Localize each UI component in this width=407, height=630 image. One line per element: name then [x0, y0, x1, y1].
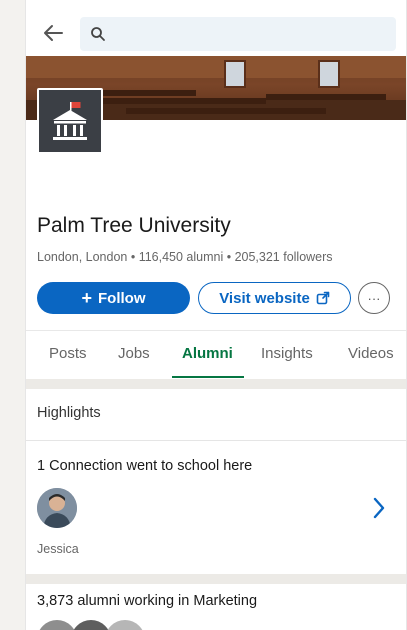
back-arrow-icon[interactable] [40, 20, 66, 46]
visit-website-label: Visit website [219, 289, 310, 307]
more-options-button[interactable]: ··· [358, 282, 390, 314]
search-input[interactable] [80, 17, 396, 51]
tab-posts[interactable]: Posts [49, 345, 87, 362]
alumni-marketing-summary: 3,873 alumni working in Marketing [37, 593, 258, 609]
external-link-icon [316, 291, 330, 305]
avatar[interactable] [37, 488, 77, 528]
follow-button[interactable]: + Follow [37, 282, 190, 314]
divider [26, 440, 406, 441]
avatar[interactable] [105, 620, 145, 630]
avatar[interactable] [71, 620, 111, 630]
alumni-avatars-row [37, 620, 337, 630]
person-avatar-icon [37, 488, 77, 528]
chevron-right-icon[interactable] [369, 495, 389, 521]
section-separator [26, 574, 406, 584]
active-tab-indicator [172, 376, 244, 378]
tab-bar: Posts Jobs Alumni Insights Videos [26, 331, 406, 379]
tab-videos[interactable]: Videos [348, 345, 394, 362]
university-building-icon [53, 102, 87, 140]
visit-website-button[interactable]: Visit website [198, 282, 351, 314]
ellipsis-icon: ··· [367, 290, 381, 306]
top-bar [26, 0, 406, 56]
connection-summary: 1 Connection went to school here [37, 458, 253, 474]
avatar[interactable] [37, 620, 77, 630]
school-logo [37, 88, 103, 154]
school-name: Palm Tree University [37, 214, 231, 237]
highlights-heading: Highlights [37, 405, 101, 421]
search-icon [91, 27, 105, 41]
section-separator [26, 379, 406, 389]
school-subtitle: London, London • 116,450 alumni • 205,32… [37, 250, 333, 264]
tab-jobs[interactable]: Jobs [118, 345, 150, 362]
tab-insights[interactable]: Insights [261, 345, 313, 362]
connection-name: Jessica [37, 542, 79, 556]
plus-icon: + [81, 287, 92, 308]
tab-alumni[interactable]: Alumni [182, 345, 233, 362]
follow-label: Follow [98, 289, 146, 307]
school-page: Palm Tree University London, London • 11… [26, 0, 406, 630]
